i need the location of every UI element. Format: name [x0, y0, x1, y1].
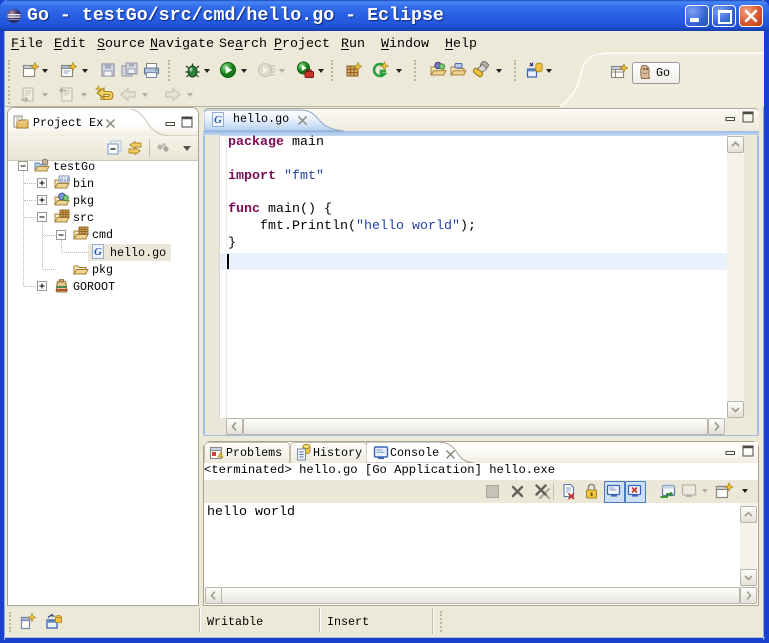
- svg-text:G: G: [214, 114, 222, 126]
- svg-text:010: 010: [60, 176, 70, 183]
- svg-text:G: G: [94, 246, 102, 258]
